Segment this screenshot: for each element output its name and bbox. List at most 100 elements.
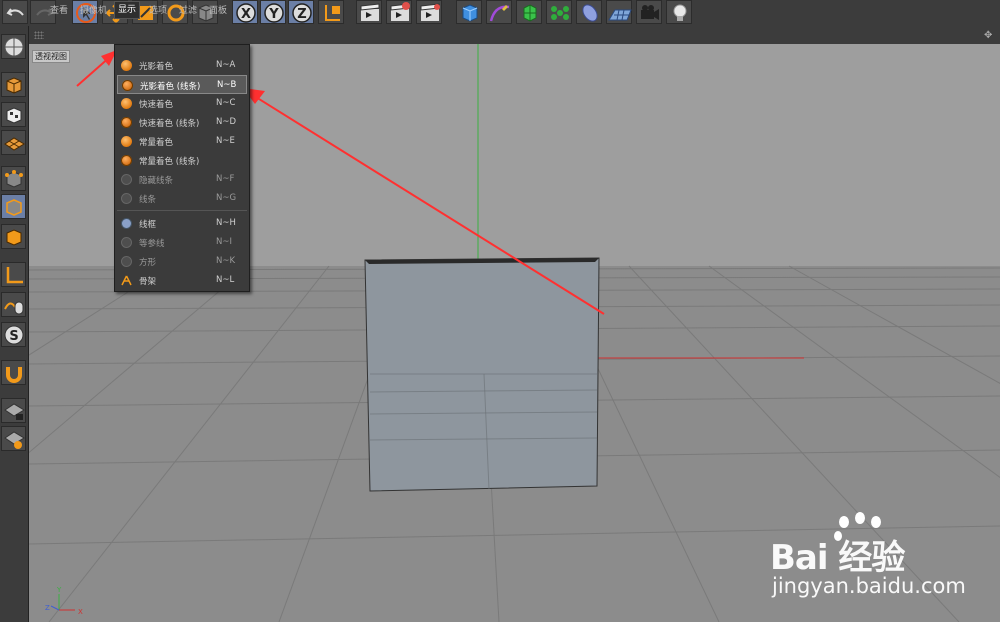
menu-item-label: 线条: [139, 195, 157, 205]
render-settings-icon[interactable]: [416, 0, 442, 24]
texture-mode-icon[interactable]: [1, 102, 26, 127]
box-icon: [121, 256, 132, 267]
menu-item-gouraud-shading[interactable]: 光影着色 N~A: [117, 56, 247, 75]
sphere-grid-icon[interactable]: [1, 34, 26, 59]
pen-spline-icon[interactable]: [486, 0, 512, 24]
menu-item-label: 光影着色: [139, 62, 174, 72]
floor-icon[interactable]: [606, 0, 632, 24]
menu-item-gouraud-shading-lines[interactable]: 光影着色 (线条) N~B: [117, 75, 247, 94]
edge-mode-icon[interactable]: [1, 194, 26, 219]
lines-icon: [121, 193, 132, 204]
menu-item-shortcut: N~A: [216, 60, 236, 70]
menu-item-label: 骨架: [139, 277, 157, 287]
x-axis-label: X: [241, 7, 251, 22]
axis-mode-icon[interactable]: [1, 262, 26, 287]
menu-item-shortcut: N~B: [217, 80, 237, 90]
menu-item-label: 快速着色 (线条): [139, 119, 200, 129]
snap-icon[interactable]: S: [1, 322, 26, 347]
array-icon[interactable]: [546, 0, 572, 24]
hidden-line-icon: [121, 174, 132, 185]
viewport-nav-icon[interactable]: ✥: [984, 30, 992, 41]
left-toolbar: S: [0, 26, 29, 622]
menu-item-quick-shading-lines[interactable]: 快速着色 (线条) N~D: [117, 113, 247, 132]
menu-view[interactable]: 查看: [50, 3, 68, 16]
y-axis-icon[interactable]: Y: [260, 0, 286, 24]
quick-shading-lines-icon: [121, 117, 132, 128]
menu-panel[interactable]: 面板: [209, 3, 227, 16]
viewport-title: 透视视图: [32, 50, 70, 63]
planar-workplane-icon[interactable]: [1, 426, 26, 451]
camera-icon[interactable]: [636, 0, 662, 24]
menu-item-skeleton[interactable]: 骨架 N~L: [117, 271, 247, 290]
light-icon[interactable]: [666, 0, 692, 24]
gizmo-y-label: Y: [56, 586, 62, 594]
menu-item-box[interactable]: 方形 N~K: [117, 252, 247, 271]
workplane-icon[interactable]: [1, 130, 26, 155]
polygon-mode-icon[interactable]: [1, 224, 26, 249]
subdivision-icon[interactable]: [516, 0, 542, 24]
isoparms-icon: [121, 237, 132, 248]
menu-camera[interactable]: 摄像机: [80, 3, 107, 16]
gouraud-shading-lines-icon: [122, 80, 133, 91]
gizmo-z-label: Z: [45, 604, 50, 612]
viewport-menubar: [29, 26, 1000, 44]
point-mode-icon[interactable]: [1, 166, 26, 191]
menu-item-shortcut: N~H: [216, 218, 236, 228]
menu-item-quick-shading[interactable]: 快速着色 N~C: [117, 94, 247, 113]
y-axis-label: Y: [268, 7, 279, 22]
x-axis-icon[interactable]: X: [232, 0, 258, 24]
menu-item-shortcut: N~G: [216, 193, 237, 203]
cinema4d-window: X Y Z S 查看 摄像机 显示 选项 过滤 面板 ✥ Y X Z 透视视图 …: [0, 0, 1000, 622]
gizmo-x-label: X: [78, 608, 83, 616]
menu-item-shortcut: N~D: [216, 117, 237, 127]
menu-item-label: 隐藏线条: [139, 176, 174, 186]
menu-item-shortcut: N~C: [216, 98, 236, 108]
menu-item-shortcut: N~I: [216, 237, 232, 247]
menu-item-label: 快速着色: [139, 100, 174, 110]
menu-item-lines[interactable]: 线条 N~G: [117, 189, 247, 208]
menu-item-isoparms[interactable]: 等参线 N~I: [117, 233, 247, 252]
tweak-mode-icon[interactable]: [1, 292, 26, 317]
cube-object[interactable]: [364, 257, 600, 492]
drag-handle[interactable]: [34, 31, 44, 39]
menu-item-label: 方形: [139, 258, 157, 268]
menu-options[interactable]: 选项: [149, 3, 167, 16]
svg-text:S: S: [9, 329, 18, 344]
menu-separator: [117, 210, 247, 211]
watermark-brand: Bai 经验: [770, 538, 905, 578]
model-mode-icon[interactable]: [1, 72, 26, 97]
menu-display[interactable]: 显示: [114, 1, 141, 19]
menu-item-label: 等参线: [139, 239, 165, 249]
menu-item-constant-shading[interactable]: 常量着色 N~E: [117, 132, 247, 151]
quick-shading-icon: [121, 98, 132, 109]
z-axis-icon[interactable]: Z: [288, 0, 314, 24]
watermark-url: jingyan.baidu.com: [772, 574, 966, 598]
menu-item-label: 常量着色 (线条): [139, 157, 200, 167]
z-axis-label: Z: [297, 7, 306, 22]
undo-icon[interactable]: [2, 0, 28, 24]
locked-workplane-icon[interactable]: [1, 398, 26, 423]
wireframe-icon: [121, 218, 132, 229]
deformer-icon[interactable]: [576, 0, 602, 24]
menu-item-hidden-line[interactable]: 隐藏线条 N~F: [117, 170, 247, 189]
constant-shading-icon: [121, 136, 132, 147]
render-picture-queue-icon[interactable]: [386, 0, 412, 24]
menu-item-shortcut: N~E: [216, 136, 235, 146]
world-coord-icon[interactable]: [318, 0, 344, 24]
render-view-icon[interactable]: [356, 0, 382, 24]
magnet-icon[interactable]: [1, 360, 26, 385]
menu-item-label: 线框: [139, 220, 157, 230]
display-dropdown-menu: 光影着色 N~A 光影着色 (线条) N~B 快速着色 N~C 快速着色 (线条…: [114, 44, 250, 292]
gouraud-shading-icon: [121, 60, 132, 71]
menu-item-shortcut: N~K: [216, 256, 236, 266]
menu-item-wireframe[interactable]: 线框 N~H: [117, 214, 247, 233]
menu-item-shortcut: N~L: [216, 275, 235, 285]
menu-item-constant-shading-lines[interactable]: 常量着色 (线条): [117, 151, 247, 170]
skeleton-icon: [121, 275, 132, 286]
menu-item-label: 光影着色 (线条): [140, 82, 201, 92]
cube-primitive-icon[interactable]: [456, 0, 482, 24]
menu-item-label: 常量着色: [139, 138, 174, 148]
menu-filter[interactable]: 过滤: [179, 3, 197, 16]
menu-item-shortcut: N~F: [216, 174, 235, 184]
constant-shading-lines-icon: [121, 155, 132, 166]
